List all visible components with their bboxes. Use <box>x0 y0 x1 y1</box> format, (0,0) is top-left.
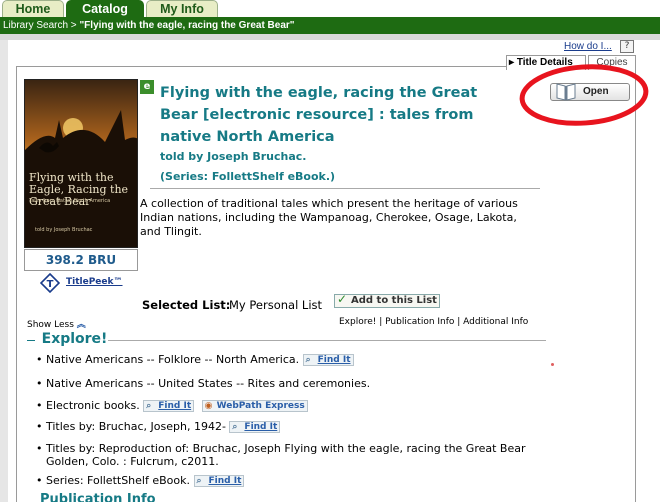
subject-link[interactable]: Native Americans -- Folklore -- North Am… <box>46 353 299 366</box>
breadcrumb: Library Search > "Flying with the eagle,… <box>0 17 660 34</box>
section-links[interactable]: Explore! | Publication Info | Additional… <box>339 317 528 327</box>
bullet: • <box>36 474 43 487</box>
svg-text:T: T <box>47 279 54 290</box>
cover-subtitle: Tales from Native North America <box>29 198 111 204</box>
tab-title-details-arrow-icon: ▸ <box>509 57 517 68</box>
explore-heading-text: Explore! <box>41 331 108 347</box>
add-to-list-label: Add to this List <box>351 295 437 306</box>
subject-link[interactable]: Native Americans -- United States -- Rit… <box>46 377 370 390</box>
show-less-label: Show Less <box>27 320 74 330</box>
red-dot <box>551 363 554 366</box>
red-annotation-circle <box>519 64 649 126</box>
explore-heading-rule <box>108 340 546 341</box>
top-tab-bar: Home Catalog My Info <box>0 0 660 17</box>
add-to-list-button[interactable]: ✓ Add to this List <box>334 292 440 308</box>
how-do-i-link[interactable]: How do I... <box>564 41 612 52</box>
list-item: • Titles by: Reproduction of: Bruchac, J… <box>36 442 536 468</box>
publication-info-heading: Publication Info <box>40 492 156 502</box>
list-item: • Electronic books. ⌕ Find It ◉ WebPath Ex… <box>36 399 536 412</box>
tab-catalog[interactable]: Catalog <box>66 0 144 17</box>
ebook-icon: e <box>140 80 154 94</box>
tab-my-info[interactable]: My Info <box>146 0 218 17</box>
webpath-label: WebPath Express <box>216 401 305 411</box>
breadcrumb-current: "Flying with the eagle, racing the Great… <box>79 20 295 31</box>
magnifier-icon: ⌕ <box>305 355 311 365</box>
webpath-express-button[interactable]: ◉ WebPath Express <box>201 400 308 412</box>
breadcrumb-separator: > <box>68 20 80 31</box>
list-item: • Native Americans -- Folklore -- North … <box>36 353 536 366</box>
author-link[interactable]: Titles by: Reproduction of: Bruchac, Jos… <box>46 442 526 468</box>
double-chevron-up-icon: ︽ <box>76 320 86 330</box>
find-it-button[interactable]: ⌕ Find It <box>193 475 245 487</box>
book-cover-image[interactable]: Flying with the Eagle, Racing the Great … <box>24 79 138 248</box>
find-it-button[interactable]: ⌕ Find It <box>302 354 354 366</box>
bullet: • <box>36 399 43 412</box>
left-gutter <box>0 40 8 502</box>
breadcrumb-root[interactable]: Library Search <box>3 20 68 31</box>
title-divider <box>150 188 540 189</box>
find-it-button[interactable]: ⌕ Find It <box>143 400 195 412</box>
list-item: • Titles by: Bruchac, Joseph, 1942- ⌕ Fin… <box>36 420 536 433</box>
checkmark-icon: ✓ <box>337 292 348 306</box>
tab-home[interactable]: Home <box>2 0 64 17</box>
series-link[interactable]: Series: FollettShelf eBook. <box>46 474 190 487</box>
list-item: • Series: FollettShelf eBook. ⌕ Find It <box>36 474 536 487</box>
help-button[interactable]: ? <box>620 40 634 53</box>
record-byline: told by Joseph Bruchac. <box>160 150 307 163</box>
record-title: Flying with the eagle, racing the Great … <box>160 85 478 145</box>
record-summary: A collection of traditional tales which … <box>140 197 518 238</box>
call-number: 398.2 BRU <box>24 249 138 271</box>
cover-art <box>25 80 137 247</box>
cover-author: told by Joseph Bruchac <box>35 227 93 233</box>
find-it-button[interactable]: ⌕ Find It <box>229 421 281 433</box>
subject-link[interactable]: Electronic books. <box>46 399 140 412</box>
find-it-label: Find It <box>208 476 242 486</box>
find-it-label: Find It <box>158 401 192 411</box>
selected-list-value: My Personal List <box>229 298 323 312</box>
find-it-label: Find It <box>317 355 351 365</box>
titlepeek-icon[interactable]: T <box>40 273 60 293</box>
record-series[interactable]: (Series: FollettShelf eBook.) <box>160 170 335 183</box>
bullet: • <box>36 377 43 390</box>
find-it-label: Find It <box>244 422 278 432</box>
magnifier-icon: ⌕ <box>196 476 202 486</box>
magnifier-icon: ⌕ <box>146 401 152 411</box>
webpath-icon: ◉ <box>204 401 213 411</box>
magnifier-icon: ⌕ <box>232 422 238 432</box>
author-link[interactable]: Titles by: Bruchac, Joseph, 1942- <box>46 420 226 433</box>
bullet: • <box>36 442 43 455</box>
divider-strip <box>0 34 660 40</box>
bullet: • <box>36 420 43 433</box>
titlepeek-link[interactable]: TitlePeek™ <box>66 277 123 287</box>
explore-heading: Explore! <box>27 331 108 347</box>
show-less-toggle[interactable]: Show Less ︽ <box>27 317 86 330</box>
selected-list-label: Selected List: <box>142 298 231 312</box>
list-item: • Native Americans -- United States -- R… <box>36 377 536 390</box>
bullet: • <box>36 353 43 366</box>
